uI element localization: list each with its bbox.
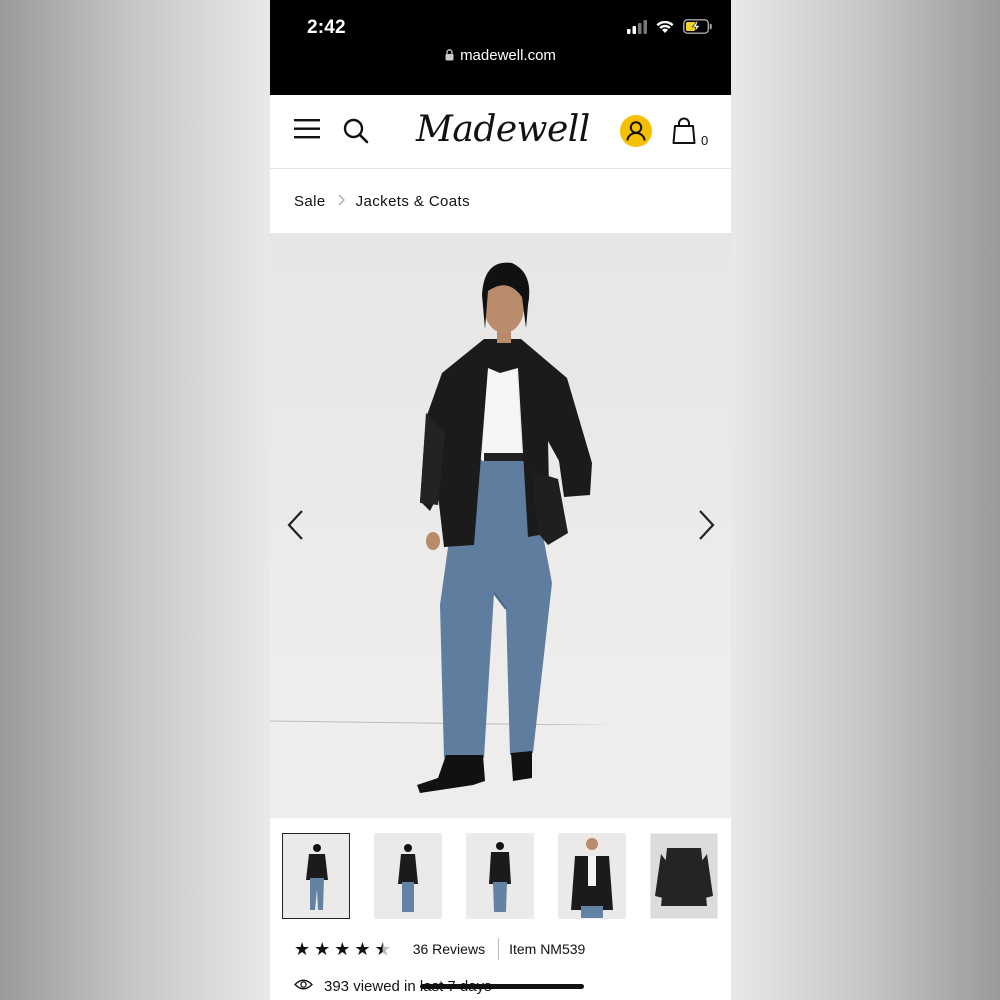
star-filled-icon: ★ [334, 939, 351, 959]
menu-icon[interactable] [293, 117, 321, 141]
model-illustration [270, 262, 731, 818]
battery-charging-icon [683, 19, 713, 39]
eye-icon [294, 978, 313, 995]
thumbnail-2[interactable] [374, 833, 442, 919]
status-bar: 2:42 madewell.com [270, 0, 731, 95]
divider [498, 938, 500, 960]
star-half-icon: ★ ★ [374, 939, 391, 959]
site-header: Madewell 0 [270, 95, 731, 169]
account-icon[interactable] [620, 115, 652, 147]
breadcrumb-jackets-coats[interactable]: Jackets & Coats [356, 193, 470, 210]
shopping-bag-icon[interactable] [672, 117, 696, 145]
status-time: 2:42 [307, 17, 346, 38]
url-text: madewell.com [460, 47, 556, 64]
phone-screen: 2:42 madewell.com Madewell 0 Sale Jacket… [270, 0, 731, 1000]
system-icons [627, 19, 713, 39]
chevron-right-icon [338, 193, 345, 209]
star-filled-icon: ★ [294, 939, 311, 959]
breadcrumb: Sale Jackets & Coats [294, 190, 470, 212]
bag-count: 0 [701, 133, 709, 148]
star-rating[interactable]: ★ ★ ★ ★ ★ ★ [294, 940, 391, 958]
previous-image-arrow-icon[interactable] [284, 508, 308, 542]
address-bar[interactable]: madewell.com [270, 47, 731, 65]
star-filled-icon: ★ [354, 939, 371, 959]
search-icon[interactable] [342, 117, 370, 145]
wifi-icon [655, 19, 675, 39]
thumbnail-4[interactable] [558, 833, 626, 919]
cellular-signal-icon [627, 19, 647, 39]
madewell-logo[interactable]: Madewell [416, 109, 590, 150]
reviews-link[interactable]: 36 Reviews [413, 941, 485, 957]
breadcrumb-sale[interactable]: Sale [294, 193, 326, 210]
star-filled-icon: ★ [314, 939, 331, 959]
home-indicator[interactable] [420, 984, 584, 989]
lock-icon [445, 48, 454, 65]
rating-row: ★ ★ ★ ★ ★ ★ 36 Reviews Item NM539 [294, 938, 585, 960]
thumbnail-1[interactable] [282, 833, 350, 919]
item-number: Item NM539 [509, 941, 586, 957]
thumbnail-5[interactable] [650, 833, 718, 919]
thumbnail-3[interactable] [466, 833, 534, 919]
next-image-arrow-icon[interactable] [694, 508, 718, 542]
product-image[interactable] [270, 233, 731, 818]
